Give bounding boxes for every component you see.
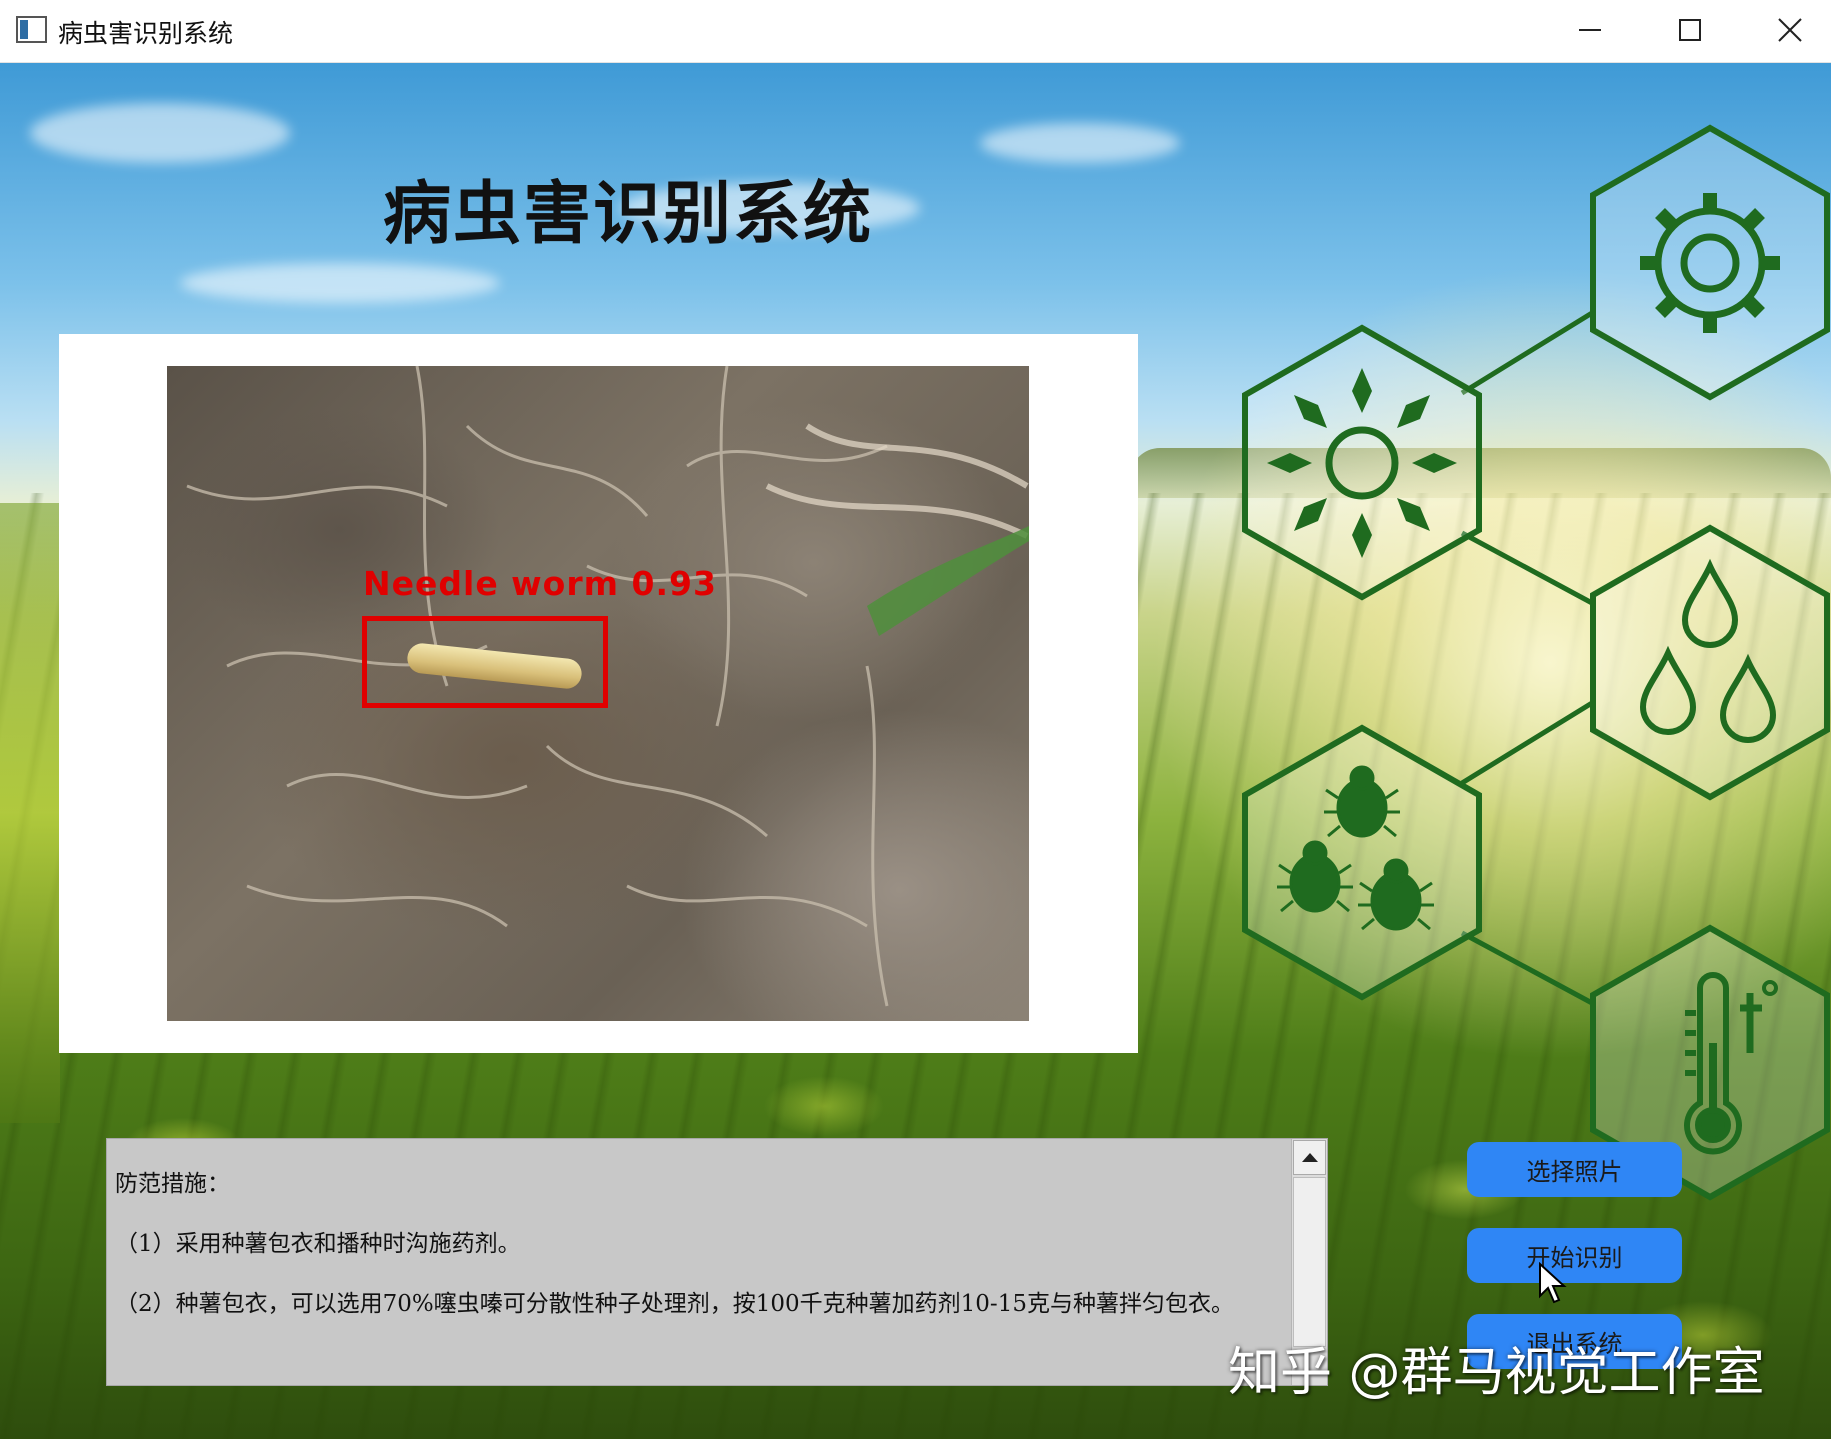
window-titlebar: 病虫害识别系统: [0, 0, 1831, 63]
start-recognition-button[interactable]: 开始识别: [1467, 1228, 1682, 1283]
scroll-up-button[interactable]: [1293, 1140, 1326, 1175]
measures-heading: 防范措施：: [115, 1171, 230, 1197]
measures-item: （1）采用种薯包衣和播种时沟施药剂。: [115, 1231, 521, 1257]
window-title: 病虫害识别系统: [58, 19, 234, 48]
arrow-up-icon: [1301, 1153, 1318, 1162]
close-button[interactable]: [1740, 0, 1831, 60]
sun-icon: [1242, 324, 1482, 601]
close-icon: [1778, 18, 1802, 42]
image-display-panel: Needle worm 0.93: [59, 334, 1138, 1053]
maximize-icon: [1679, 19, 1701, 41]
detection-label: Needle worm 0.93: [363, 564, 717, 603]
detection-box: [362, 616, 608, 708]
detection-photo: Needle worm 0.93: [167, 366, 1029, 1021]
page-title: 病虫害识别系统: [383, 175, 874, 254]
hexagon-icon-cluster: [1242, 124, 1830, 1201]
watermark: 知乎 @群马视觉工作室: [1228, 1343, 1765, 1403]
app-icon: [16, 16, 47, 43]
scrollbar-thumb[interactable]: [1293, 1177, 1326, 1347]
maximize-button[interactable]: [1640, 0, 1740, 60]
select-photo-button[interactable]: 选择照片: [1467, 1142, 1682, 1197]
water-drops-icon: [1590, 524, 1830, 801]
minimize-icon: [1579, 29, 1601, 31]
measures-text-area[interactable]: 防范措施： （1）采用种薯包衣和播种时沟施药剂。 （2）种薯包衣，可以选用70%…: [106, 1138, 1328, 1386]
measures-item: （2）种薯包衣，可以选用70%噻虫嗪可分散性种子处理剂，按100千克种薯加药剂1…: [115, 1291, 1234, 1317]
mouse-cursor-icon: [1539, 1262, 1567, 1304]
bugs-icon: [1242, 724, 1482, 1001]
minimize-button[interactable]: [1540, 0, 1640, 60]
gear-icon: [1590, 124, 1830, 401]
